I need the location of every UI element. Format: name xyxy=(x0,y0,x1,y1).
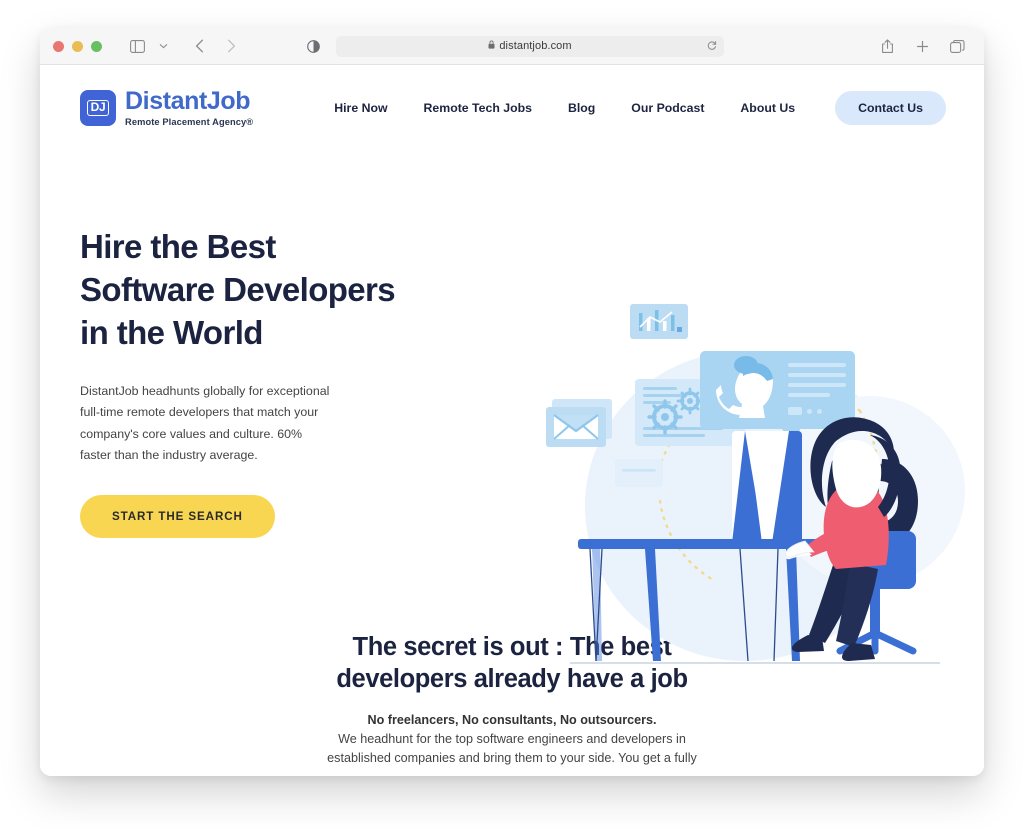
chart-card-icon xyxy=(630,304,688,339)
monitor-icon xyxy=(732,431,802,543)
hero-section: Hire the Best Software Developers in the… xyxy=(40,151,984,664)
contact-us-button[interactable]: Contact Us xyxy=(835,91,946,125)
back-arrow-icon[interactable] xyxy=(186,33,212,59)
hero-title: Hire the Best Software Developers in the… xyxy=(80,225,440,355)
woman-at-desk-illustration xyxy=(546,304,965,664)
logo-text-block: DistantJob Remote Placement Agency® xyxy=(125,86,254,127)
hero-title-line-1: Hire the Best xyxy=(80,228,276,265)
hero-title-line-3: in the World xyxy=(80,314,263,352)
sidebar-icon[interactable] xyxy=(124,33,150,59)
small-card-icon xyxy=(615,459,663,487)
logo-name: DistantJob xyxy=(125,86,251,115)
envelope-card-icon xyxy=(546,399,612,447)
nav-item-about-us[interactable]: About Us xyxy=(722,101,813,115)
url-input[interactable]: distantjob.com xyxy=(336,35,724,57)
nav-item-blog[interactable]: Blog xyxy=(550,101,613,115)
window-controls xyxy=(53,40,102,52)
toolbar-right-actions xyxy=(874,33,970,59)
reload-icon[interactable] xyxy=(707,37,717,55)
hero-title-line-2: Software Developers xyxy=(80,271,396,309)
hero-copy: Hire the Best Software Developers in the… xyxy=(80,195,440,631)
site-header: DJ DistantJob Remote Placement Agency® H… xyxy=(40,65,984,151)
address-bar-area: distantjob.com xyxy=(300,33,724,59)
maximize-window-button[interactable] xyxy=(91,40,102,52)
browser-window: distantjob.com DJ DistantJob Remote Plac… xyxy=(40,28,984,776)
url-text-wrapper: distantjob.com xyxy=(488,40,572,52)
nav-item-hire-now[interactable]: Hire Now xyxy=(316,101,405,115)
sidebar-controls xyxy=(124,33,176,59)
nav-item-our-podcast[interactable]: Our Podcast xyxy=(613,101,722,115)
start-the-search-button[interactable]: START THE SEARCH xyxy=(80,494,275,538)
browser-toolbar: distantjob.com xyxy=(40,28,984,65)
chevron-down-icon[interactable] xyxy=(150,33,176,59)
forward-arrow-icon[interactable] xyxy=(218,33,244,59)
site-logo[interactable]: DJ DistantJob Remote Placement Agency® xyxy=(80,86,254,127)
url-text: distantjob.com xyxy=(499,40,572,52)
new-tab-icon[interactable] xyxy=(909,33,935,59)
close-window-button[interactable] xyxy=(53,40,64,52)
logo-mark-icon: DJ xyxy=(80,89,116,126)
lock-icon xyxy=(488,40,495,49)
page-viewport: DJ DistantJob Remote Placement Agency® H… xyxy=(40,65,984,776)
minimize-window-button[interactable] xyxy=(72,40,83,52)
secret-body-line-1: We headhunt for the top software enginee… xyxy=(338,732,686,747)
secret-body-line-2: established companies and bring them to … xyxy=(327,751,697,766)
hero-paragraph: DistantJob headhunts globally for except… xyxy=(80,383,330,463)
logo-tagline: Remote Placement Agency® xyxy=(125,116,254,127)
navigation-controls xyxy=(186,33,244,59)
share-icon[interactable] xyxy=(874,33,900,59)
contrast-circle-icon[interactable] xyxy=(300,33,326,59)
secret-lead: No freelancers, No consultants, No outso… xyxy=(367,713,657,728)
main-navigation: Hire Now Remote Tech Jobs Blog Our Podca… xyxy=(316,91,946,125)
tab-overview-icon[interactable] xyxy=(944,33,970,59)
logo-mark-text: DJ xyxy=(86,99,110,116)
nav-item-remote-tech-jobs[interactable]: Remote Tech Jobs xyxy=(406,101,550,115)
hero-illustration xyxy=(540,291,980,691)
